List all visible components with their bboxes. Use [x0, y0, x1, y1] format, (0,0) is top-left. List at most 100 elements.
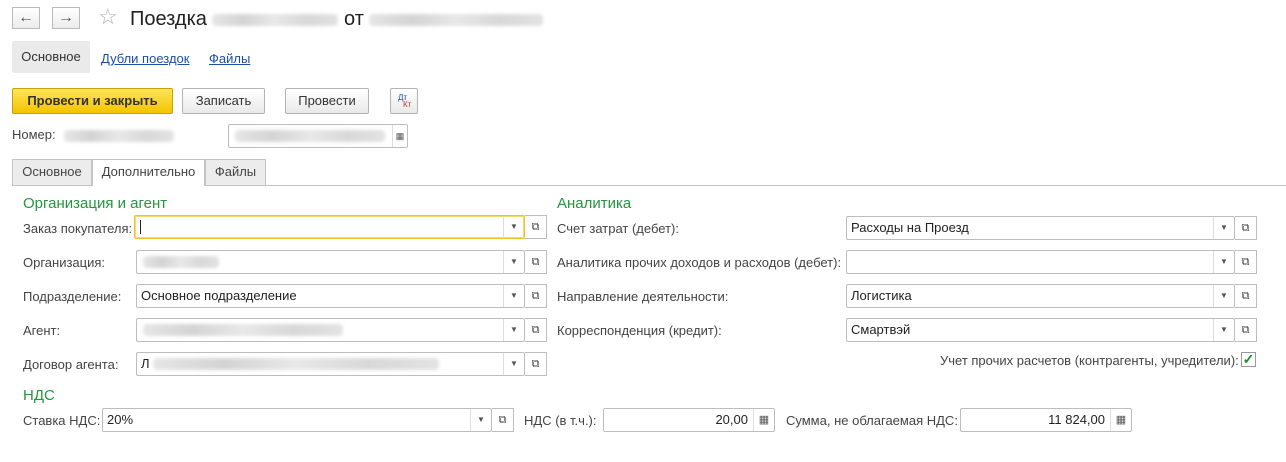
vat-amount-value: 20,00: [715, 412, 748, 427]
agent-open-button[interactable]: ⧉: [525, 318, 547, 342]
redacted-title-number: [212, 13, 339, 26]
forward-button[interactable]: →: [52, 7, 80, 29]
open-icon: ⧉: [1241, 222, 1250, 234]
cost-account-field[interactable]: Расходы на Проезд ▼: [846, 216, 1235, 240]
chevron-down-icon[interactable]: ▼: [503, 353, 524, 375]
back-button[interactable]: ←: [12, 7, 40, 29]
org-label: Организация:: [23, 255, 106, 270]
calendar-icon[interactable]: ▦: [392, 125, 407, 147]
redacted-title-date: [369, 13, 544, 26]
star-icon[interactable]: ☆: [98, 5, 118, 29]
untaxed-sum-value: 11 824,00: [1048, 412, 1105, 427]
other-accounting-label: Учет прочих расчетов (контрагенты, учред…: [940, 353, 1239, 368]
contract-label: Договор агента:: [23, 357, 119, 372]
contract-field[interactable]: Л ▼: [136, 352, 525, 376]
order-field[interactable]: ▼: [134, 215, 525, 239]
analytics-group-title: Аналитика: [557, 195, 632, 212]
section-main[interactable]: Основное: [12, 41, 90, 73]
open-icon: ⧉: [1241, 290, 1250, 302]
correspondence-field[interactable]: Смартвэй ▼: [846, 318, 1235, 342]
tab-additional[interactable]: Дополнительно: [92, 159, 205, 186]
chevron-down-icon[interactable]: ▼: [1213, 217, 1234, 239]
contract-value-prefix: Л: [141, 356, 150, 371]
text-cursor: [140, 220, 141, 234]
direction-value: Логистика: [851, 288, 912, 303]
other-accounting-checkbox[interactable]: ✓: [1241, 352, 1256, 367]
title-middle: от: [344, 8, 364, 30]
checkmark-icon: ✓: [1242, 351, 1255, 367]
vat-amount-label: НДС (в т.ч.):: [524, 413, 597, 428]
untaxed-sum-field[interactable]: 11 824,00 ▦: [960, 408, 1132, 432]
vat-group-title: НДС: [23, 387, 55, 404]
dept-open-button[interactable]: ⧉: [525, 284, 547, 308]
redacted-contract-value: [153, 358, 439, 370]
chevron-down-icon[interactable]: ▼: [503, 319, 524, 341]
correspondence-label: Корреспонденция (кредит):: [557, 323, 722, 338]
correspondence-value: Смартвэй: [851, 322, 911, 337]
cost-account-label: Счет затрат (дебет):: [557, 221, 679, 236]
chevron-down-icon[interactable]: ▼: [503, 251, 524, 273]
chevron-down-icon[interactable]: ▼: [503, 216, 524, 238]
vat-rate-label: Ставка НДС:: [23, 413, 101, 428]
arrow-left-icon: ←: [18, 9, 34, 26]
tab-files[interactable]: Файлы: [205, 159, 266, 185]
other-analytics-field[interactable]: ▼: [846, 250, 1235, 274]
chevron-down-icon[interactable]: ▼: [1213, 251, 1234, 273]
direction-open-button[interactable]: ⧉: [1235, 284, 1257, 308]
redacted-org-value: [143, 256, 219, 268]
other-analytics-label: Аналитика прочих доходов и расходов (деб…: [557, 255, 842, 270]
redacted-number-value: [64, 127, 174, 142]
vat-amount-field[interactable]: 20,00 ▦: [603, 408, 775, 432]
untaxed-sum-label: Сумма, не облагаемая НДС:: [786, 413, 958, 428]
dept-value: Основное подразделение: [141, 288, 297, 303]
post-button[interactable]: Провести: [285, 88, 369, 114]
cost-account-value: Расходы на Проезд: [851, 220, 969, 235]
redacted-date-value: [235, 130, 385, 142]
calculator-icon[interactable]: ▦: [753, 409, 774, 431]
open-icon: ⧉: [498, 414, 507, 426]
agent-label: Агент:: [23, 323, 61, 338]
dept-label: Подразделение:: [23, 289, 122, 304]
org-group-title: Организация и агент: [23, 195, 168, 212]
arrow-right-icon: →: [58, 9, 74, 26]
open-icon: ⧉: [1241, 256, 1250, 268]
dt-kt-button[interactable]: Дт Кт: [390, 88, 418, 114]
open-icon: ⧉: [531, 290, 540, 302]
save-button[interactable]: Записать: [182, 88, 265, 114]
order-label: Заказ покупателя:: [23, 221, 133, 236]
page-title: Поездка от: [130, 7, 544, 31]
direction-label: Направление деятельности:: [557, 289, 729, 304]
chevron-down-icon[interactable]: ▼: [1213, 319, 1234, 341]
chevron-down-icon[interactable]: ▼: [470, 409, 491, 431]
vat-rate-field[interactable]: 20% ▼: [102, 408, 492, 432]
open-icon: ⧉: [531, 324, 540, 336]
tab-main[interactable]: Основное: [12, 159, 92, 185]
cost-account-open-button[interactable]: ⧉: [1235, 216, 1257, 240]
number-label: Номер:: [12, 127, 56, 142]
vat-rate-value: 20%: [107, 412, 134, 427]
date-field[interactable]: ▦: [228, 124, 408, 148]
post-and-close-button[interactable]: Провести и закрыть: [12, 88, 173, 114]
title-prefix: Поездка: [130, 8, 207, 30]
contract-open-button[interactable]: ⧉: [525, 352, 547, 376]
org-field[interactable]: ▼: [136, 250, 525, 274]
agent-field[interactable]: ▼: [136, 318, 525, 342]
open-icon: ⧉: [531, 221, 540, 233]
section-duplicates-link[interactable]: Дубли поездок: [101, 51, 189, 67]
direction-field[interactable]: Логистика ▼: [846, 284, 1235, 308]
open-icon: ⧉: [531, 358, 540, 370]
other-analytics-open-button[interactable]: ⧉: [1235, 250, 1257, 274]
vat-rate-open-button[interactable]: ⧉: [492, 408, 514, 432]
order-open-button[interactable]: ⧉: [525, 215, 547, 239]
calculator-icon[interactable]: ▦: [1110, 409, 1131, 431]
dept-field[interactable]: Основное подразделение ▼: [136, 284, 525, 308]
redacted-agent-value: [143, 324, 343, 336]
org-open-button[interactable]: ⧉: [525, 250, 547, 274]
open-icon: ⧉: [1241, 324, 1250, 336]
section-files-link[interactable]: Файлы: [209, 51, 250, 67]
chevron-down-icon[interactable]: ▼: [503, 285, 524, 307]
chevron-down-icon[interactable]: ▼: [1213, 285, 1234, 307]
kt-icon: Кт: [403, 100, 412, 109]
correspondence-open-button[interactable]: ⧉: [1235, 318, 1257, 342]
open-icon: ⧉: [531, 256, 540, 268]
